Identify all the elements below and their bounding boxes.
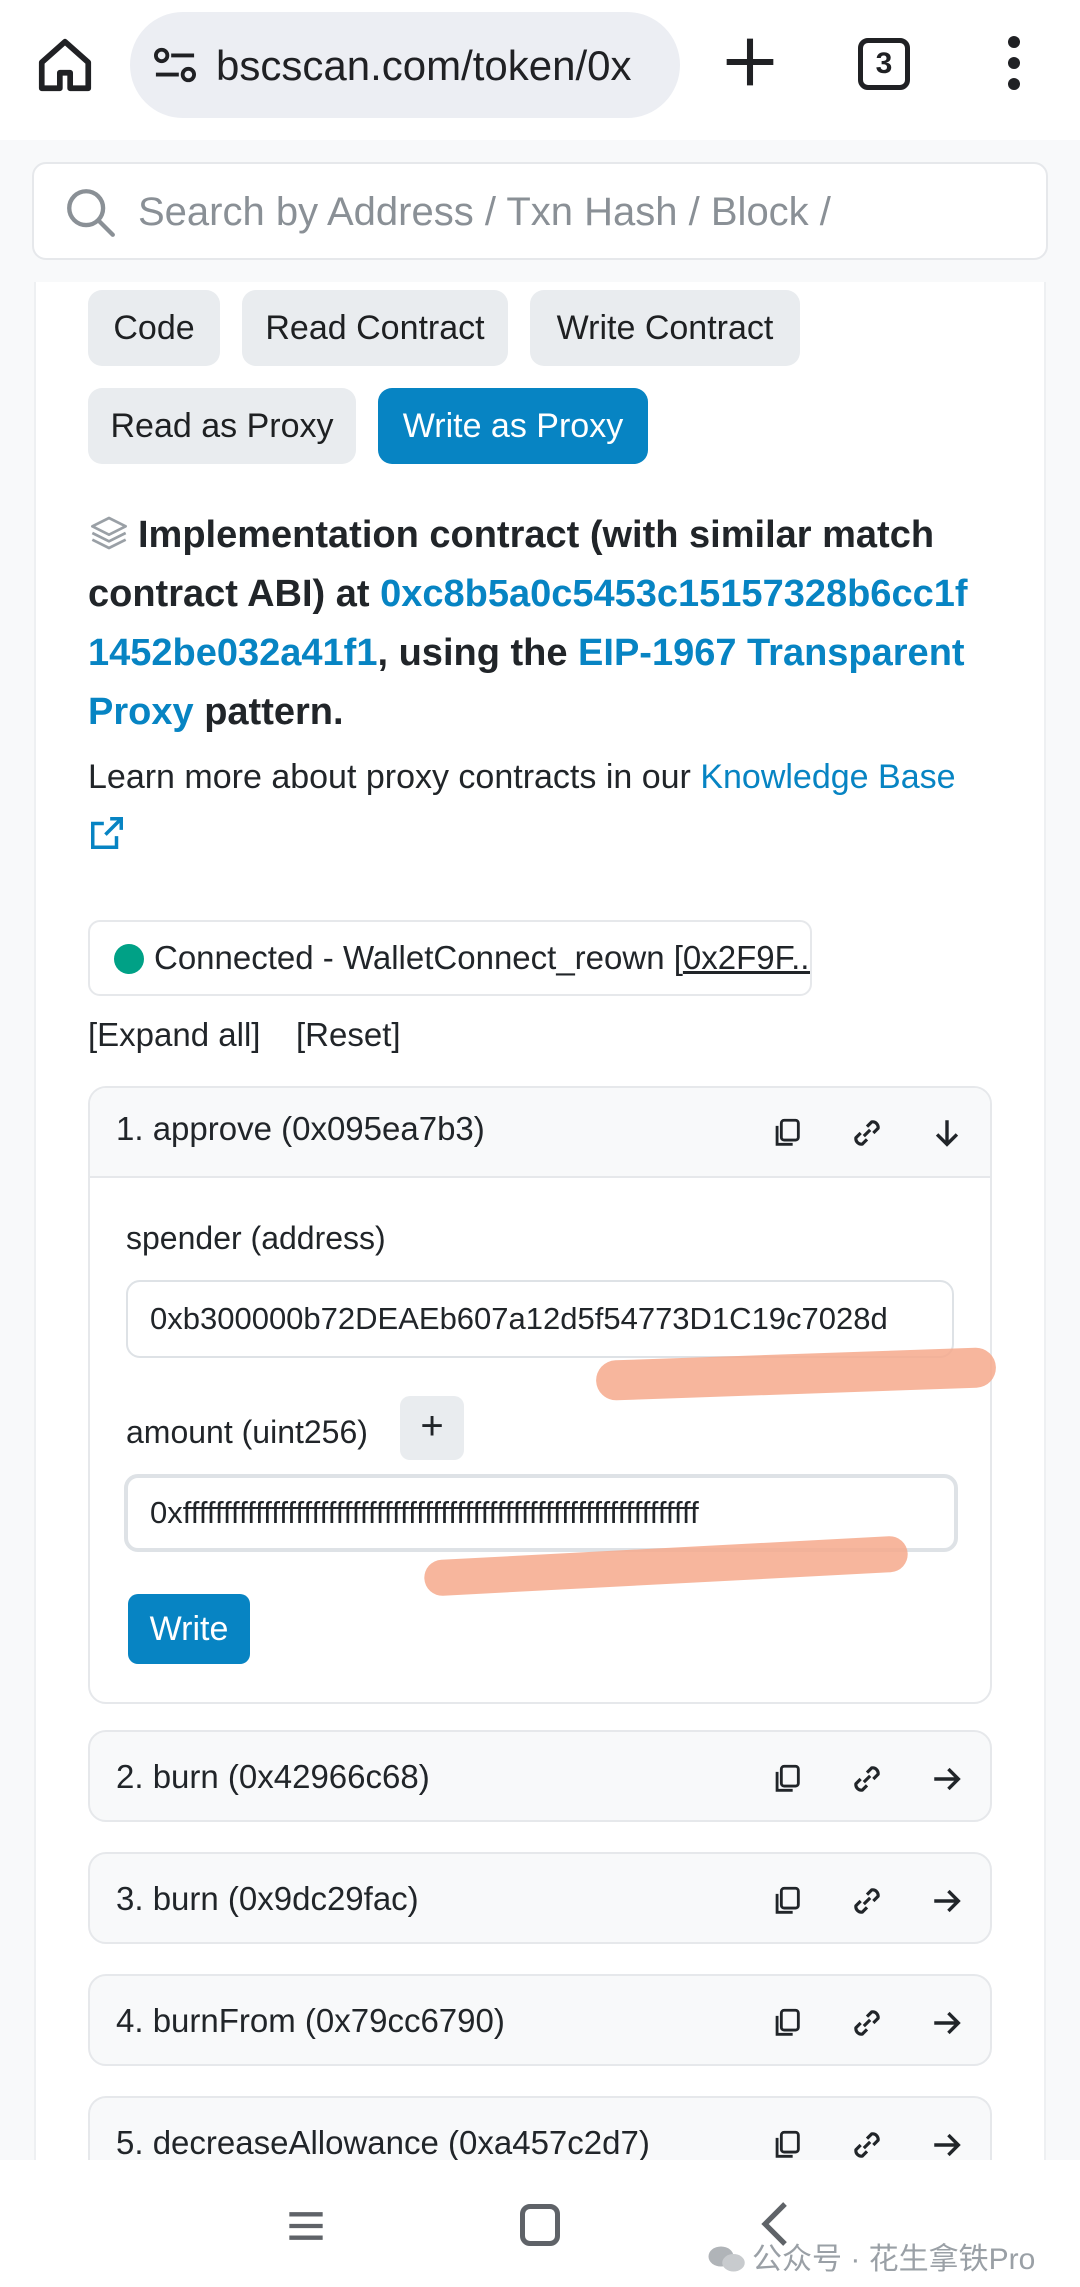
tab-code[interactable]: Code [88, 290, 220, 366]
watermark-text: 公众号 · 花生拿铁Pro [752, 2243, 1036, 2276]
method-title[interactable]: 1. approve (0x095ea7b3) [116, 1110, 485, 1148]
copy-icon[interactable] [770, 1116, 804, 1150]
spender-input[interactable] [126, 1280, 954, 1358]
arrow-down-icon[interactable] [930, 1116, 964, 1150]
arrow-right-icon[interactable] [930, 1762, 964, 1796]
spender-label: spender (address) [126, 1220, 386, 1256]
arrow-right-icon[interactable] [930, 2006, 964, 2040]
link-icon[interactable] [848, 1114, 886, 1152]
copy-icon[interactable] [770, 2128, 804, 2160]
home-nav-icon[interactable] [520, 2204, 560, 2246]
link-icon[interactable] [848, 1760, 886, 1798]
overflow-menu-icon[interactable] [1000, 30, 1028, 96]
amount-label: amount (uint256) [126, 1414, 368, 1450]
method-title[interactable]: 3. burn (0x9dc29fac) [116, 1880, 419, 1918]
arrow-right-icon[interactable] [930, 1884, 964, 1918]
method-row[interactable]: 2. burn (0x42966c68) [88, 1730, 992, 1822]
wallet-status-text: Connected - WalletConnect_reown [154, 939, 665, 976]
address-bar[interactable]: bscscan.com/token/0x [130, 12, 680, 118]
search-input[interactable] [138, 182, 1018, 242]
system-navigation-bar: 公众号 · 花生拿铁Pro [0, 2160, 1080, 2287]
learn-more-text: Learn more about proxy contracts in our … [88, 748, 1008, 864]
tab-read-as-proxy[interactable]: Read as Proxy [88, 388, 356, 464]
tab-write-contract[interactable]: Write Contract [530, 290, 800, 366]
site-settings-icon[interactable] [152, 44, 198, 86]
implementation-middle: , using the [377, 632, 568, 674]
arrow-right-icon[interactable] [930, 2128, 964, 2160]
wallet-address-link[interactable]: 0x2F9F... [683, 939, 810, 976]
method-approve-header[interactable]: 1. approve (0x095ea7b3) [90, 1088, 990, 1178]
layers-icon [91, 516, 127, 550]
search-icon [67, 189, 115, 237]
expand-all-link[interactable]: [Expand all] [88, 1016, 260, 1054]
tab-read-contract[interactable]: Read Contract [242, 290, 508, 366]
implementation-info: Implementation contract (with similar ma… [88, 506, 988, 742]
tab-switcher-button[interactable]: 3 [858, 38, 910, 90]
search-bar[interactable] [32, 162, 1048, 260]
watermark: 公众号 · 花生拿铁Pro [706, 2234, 1035, 2278]
method-title[interactable]: 4. burnFrom (0x79cc6790) [116, 2002, 505, 2040]
new-tab-icon[interactable] [722, 34, 778, 90]
knowledge-base-link[interactable]: Knowledge Base [700, 758, 955, 796]
copy-icon[interactable] [770, 2006, 804, 2040]
url-text[interactable]: bscscan.com/token/0x [216, 42, 666, 90]
add-decimals-button[interactable]: + [400, 1396, 464, 1460]
connected-status-dot [114, 944, 144, 974]
link-icon[interactable] [848, 2004, 886, 2042]
copy-icon[interactable] [770, 1762, 804, 1796]
method-title[interactable]: 5. decreaseAllowance (0xa457c2d7) [116, 2124, 650, 2160]
recent-apps-icon[interactable] [286, 2208, 326, 2244]
external-link-icon[interactable] [88, 814, 126, 852]
wallet-connection-status[interactable]: Connected - WalletConnect_reown [0x2F9F.… [88, 920, 812, 996]
method-row[interactable]: 5. decreaseAllowance (0xa457c2d7) [88, 2096, 992, 2160]
copy-icon[interactable] [770, 1884, 804, 1918]
method-row[interactable]: 3. burn (0x9dc29fac) [88, 1852, 992, 1944]
wechat-icon [708, 2246, 745, 2272]
implementation-suffix: pattern. [204, 691, 344, 733]
browser-toolbar: bscscan.com/token/0x 3 [0, 0, 1080, 140]
method-row[interactable]: 4. burnFrom (0x79cc6790) [88, 1974, 992, 2066]
home-icon[interactable] [34, 34, 96, 96]
link-icon[interactable] [848, 2126, 886, 2160]
learn-more-label: Learn more about proxy contracts in our [88, 758, 691, 796]
reset-link[interactable]: [Reset] [296, 1016, 401, 1054]
link-icon[interactable] [848, 1882, 886, 1920]
tab-write-as-proxy[interactable]: Write as Proxy [378, 388, 648, 464]
write-button[interactable]: Write [128, 1594, 250, 1664]
method-title[interactable]: 2. burn (0x42966c68) [116, 1758, 430, 1796]
